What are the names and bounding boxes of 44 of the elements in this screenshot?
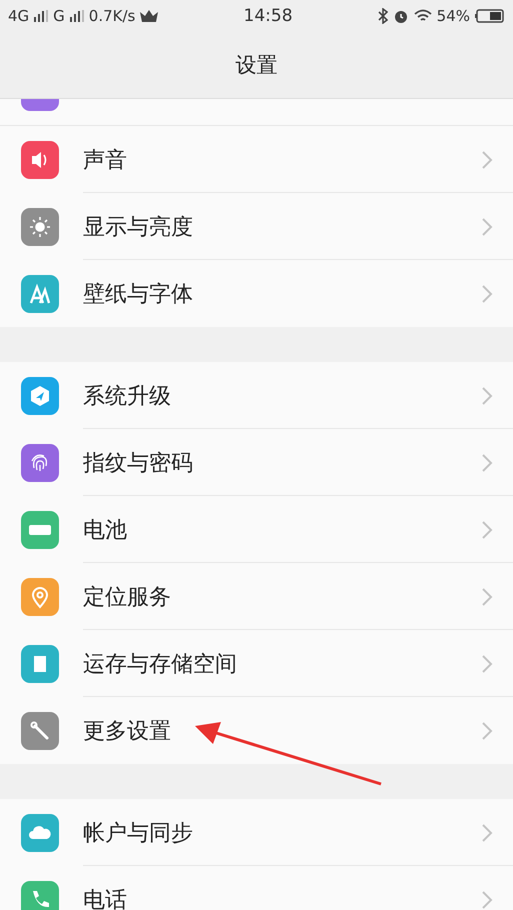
sd-card-icon bbox=[21, 644, 59, 682]
network-speed: 0.7K/s bbox=[88, 7, 136, 25]
wifi-icon bbox=[414, 9, 432, 23]
chevron-icon bbox=[481, 216, 493, 236]
chevron-icon bbox=[481, 386, 493, 406]
network-type: 4G bbox=[8, 7, 30, 25]
settings-item[interactable]: 壁纸与字体 bbox=[0, 260, 513, 327]
settings-item[interactable]: 系统升级 bbox=[0, 362, 513, 429]
alarm-icon bbox=[392, 8, 409, 24]
signal-icon bbox=[70, 10, 84, 22]
fingerprint-icon bbox=[21, 444, 59, 482]
page-title: 设置 bbox=[236, 52, 278, 79]
battery-icon bbox=[21, 510, 59, 548]
network-type: G bbox=[53, 7, 65, 25]
speaker-icon bbox=[21, 140, 59, 178]
chevron-icon bbox=[481, 452, 493, 472]
settings-item[interactable]: 定位服务 bbox=[0, 563, 513, 630]
settings-item[interactable]: 指纹与密码 bbox=[0, 429, 513, 496]
chevron-icon bbox=[481, 654, 493, 674]
settings-item[interactable]: 显示与亮度 bbox=[0, 193, 513, 260]
settings-item[interactable]: 声音 bbox=[0, 126, 513, 193]
wrench-icon bbox=[21, 712, 59, 750]
settings-item[interactable]: 运存与存储空间 bbox=[0, 630, 513, 697]
settings-item[interactable]: 帐户与同步 bbox=[0, 799, 513, 866]
chevron-icon bbox=[481, 890, 493, 910]
cube-icon bbox=[21, 376, 59, 414]
chevron-icon bbox=[481, 586, 493, 606]
chevron-icon bbox=[481, 822, 493, 842]
chevron-icon bbox=[481, 520, 493, 540]
crown-icon bbox=[140, 10, 158, 22]
bluetooth-icon bbox=[378, 8, 388, 24]
settings-item[interactable]: 电池 bbox=[0, 496, 513, 563]
pin-icon bbox=[21, 578, 59, 616]
clock: 14:58 bbox=[244, 6, 293, 26]
battery-icon bbox=[475, 9, 506, 23]
chevron-icon bbox=[481, 284, 493, 304]
chevron-icon bbox=[481, 720, 493, 740]
letter-icon bbox=[21, 274, 59, 312]
chevron-icon bbox=[481, 150, 493, 170]
battery-percentage: 54% bbox=[436, 7, 470, 25]
sun-icon bbox=[21, 208, 59, 246]
settings-item[interactable]: 电话 bbox=[0, 866, 513, 910]
cloud-icon bbox=[21, 814, 59, 852]
signal-icon bbox=[34, 10, 48, 22]
